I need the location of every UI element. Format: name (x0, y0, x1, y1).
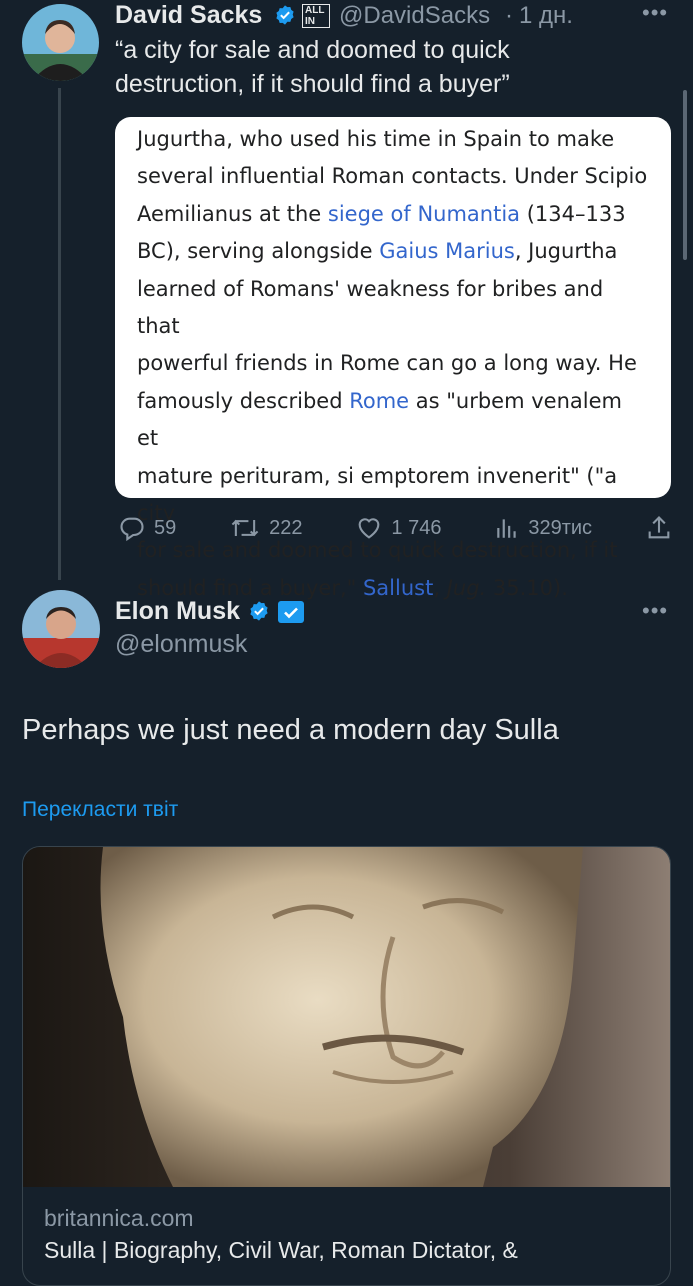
reply-icon (118, 514, 146, 542)
image-text: Jug. (446, 575, 487, 600)
image-text: famously described (137, 388, 350, 413)
image-text-line: several influential Roman contacts. Unde… (137, 158, 649, 195)
views-icon (494, 514, 520, 542)
author-name[interactable]: Elon Musk (115, 597, 240, 626)
repost-icon (229, 514, 261, 542)
share-button[interactable] (645, 514, 673, 542)
more-icon[interactable]: ••• (642, 0, 668, 26)
like-count: 1 746 (391, 516, 442, 539)
avatar-elon-musk[interactable] (22, 590, 100, 668)
tweet-timestamp[interactable]: 1 дн. (519, 2, 573, 30)
views-button[interactable]: 329тис (494, 514, 592, 542)
image-text-line: Aemilianus at the siege of Numantia (134… (137, 196, 649, 233)
image-text-line: powerful friends in Rome can go a long w… (137, 345, 649, 382)
image-text: , Jugurtha (514, 239, 618, 264)
wiki-link[interactable]: Sallust (363, 576, 433, 600)
translate-tweet-link[interactable]: Перекласти твіт (22, 798, 178, 822)
tweet-attached-image[interactable]: Jugurtha, who used his time in Spain to … (115, 117, 671, 600)
like-icon (355, 514, 383, 542)
verified-icon (274, 4, 296, 31)
tweet-text: Perhaps we just need a modern day Sulla (22, 714, 559, 746)
author-name[interactable]: David Sacks (115, 1, 262, 30)
card-image (23, 847, 670, 1187)
more-icon[interactable]: ••• (642, 598, 668, 624)
link-card[interactable]: britannica.com Sulla | Biography, Civil … (22, 846, 671, 1286)
image-text: Jugurtha, who used his time in Spain to … (137, 127, 615, 151)
image-text: 35.10). (486, 575, 568, 600)
tweet-actions: 59 222 1 746 329тис (118, 510, 673, 546)
image-text-line: learned of Romans' weakness for bribes a… (137, 271, 649, 346)
share-icon (645, 514, 673, 542)
image-text-line: Jugurtha, who used his time in Spain to … (137, 121, 649, 158)
image-text: , (433, 575, 447, 600)
wiki-link[interactable]: Gaius Marius (379, 239, 515, 263)
reply-count: 59 (154, 516, 177, 539)
image-text: Aemilianus at the (137, 201, 328, 226)
views-count: 329тис (528, 516, 593, 539)
wiki-link[interactable]: Rome (349, 389, 409, 413)
image-text: several influential Roman contacts. Unde… (137, 164, 648, 189)
reply-button[interactable]: 59 (118, 514, 176, 542)
tweet-text: “a city for sale and doomed to quick des… (115, 36, 510, 98)
thread-connector (58, 88, 61, 580)
scrollbar[interactable] (683, 90, 687, 260)
repost-button[interactable]: 222 (229, 514, 303, 542)
wiki-link[interactable]: siege of Numantia (328, 202, 520, 226)
affiliate-x-icon[interactable] (277, 600, 305, 629)
image-text: BC), serving alongside (137, 239, 380, 264)
author-handle[interactable]: @elonmusk (115, 630, 247, 659)
like-button[interactable]: 1 746 (355, 514, 441, 542)
author-handle[interactable]: @DavidSacks (339, 2, 490, 30)
image-text-line: famously described Rome as "urbem venale… (137, 383, 649, 458)
avatar-david-sacks[interactable] (22, 4, 99, 81)
image-text-line: BC), serving alongside Gaius Marius, Jug… (137, 233, 649, 270)
image-text: (134–133 (520, 201, 626, 226)
meta-separator: · (505, 2, 513, 29)
card-domain: britannica.com (44, 1205, 194, 1231)
affiliate-badge-icon[interactable]: ALL IN (302, 3, 330, 29)
image-text: learned of Romans' weakness for bribes a… (137, 276, 604, 339)
card-title: Sulla | Biography, Civil War, Roman Dict… (44, 1237, 518, 1263)
verified-icon (248, 600, 270, 627)
repost-count: 222 (269, 516, 303, 539)
image-text: powerful friends in Rome can go a long w… (137, 351, 637, 376)
